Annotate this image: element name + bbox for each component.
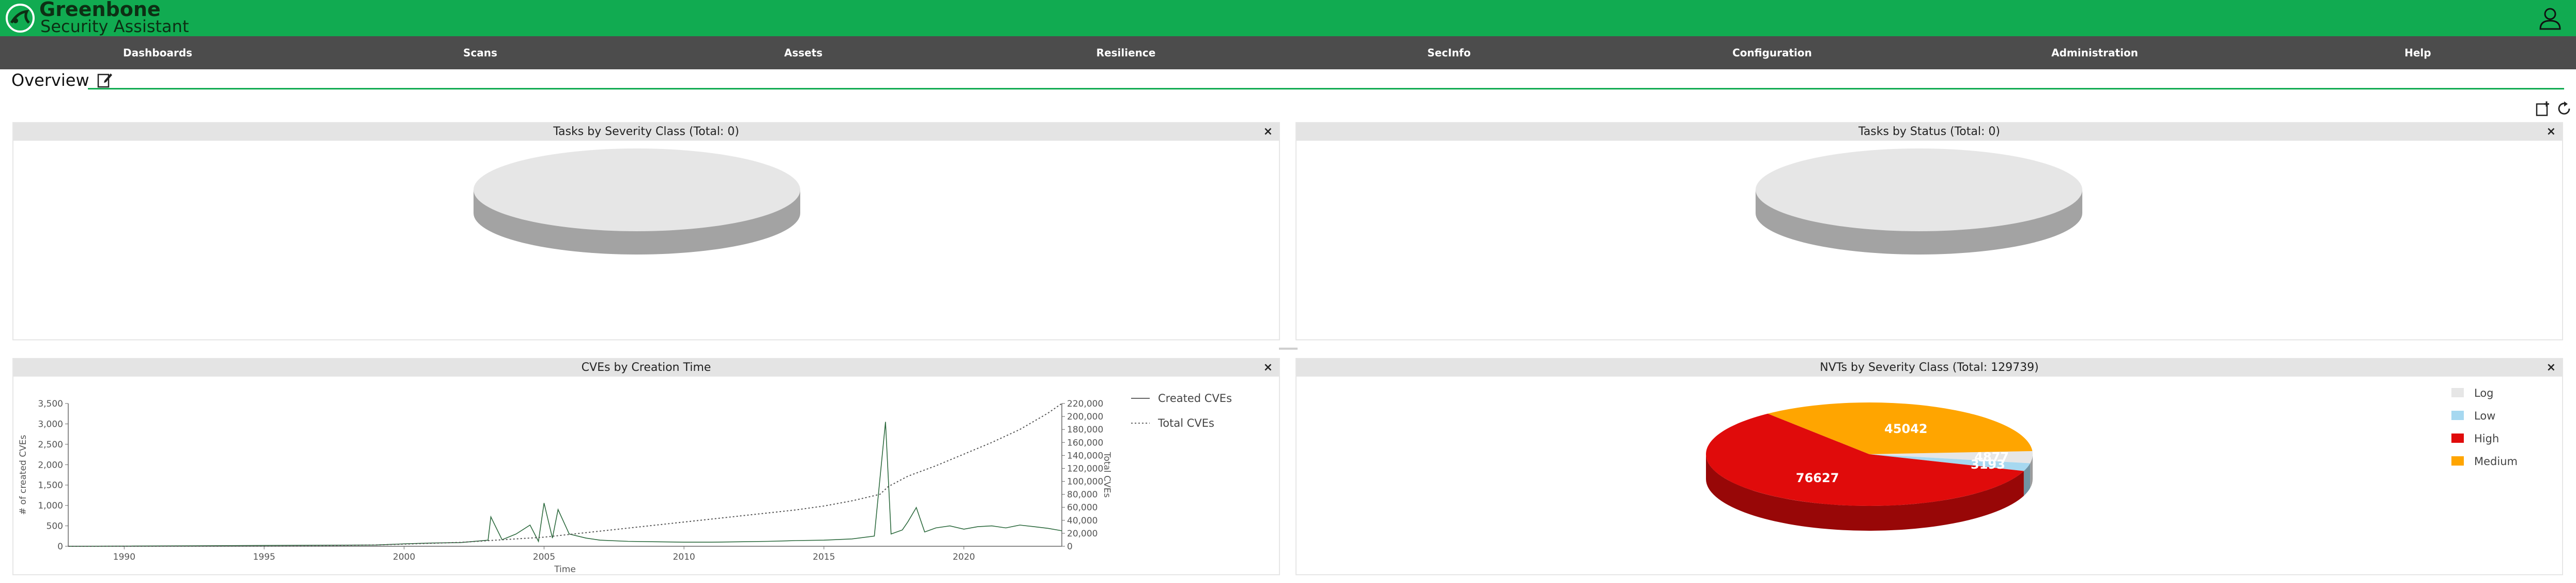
y2-tick-label: 180,000	[1067, 425, 1103, 435]
y2-tick-label: 0	[1067, 542, 1073, 552]
y2-tick-label: 120,000	[1067, 464, 1103, 474]
nav-configuration[interactable]: Configuration	[1732, 36, 1812, 69]
close-icon[interactable]: ×	[2547, 359, 2556, 377]
y-tick-label: 0	[57, 542, 63, 552]
x-tick-label: 2005	[533, 552, 555, 562]
tasks-severity-pie-chart	[474, 148, 800, 255]
y2-tick-label: 100,000	[1067, 477, 1103, 487]
y-tick-label: 2,500	[38, 440, 63, 450]
legend-label-medium: Medium	[2474, 455, 2518, 468]
pie-value-label-low: 3193	[1971, 457, 2005, 472]
y2-axis-label: Total CVEs	[1102, 452, 1112, 498]
panel-nvts-by-severity: NVTs by Severity Class (Total: 129739) ×…	[1295, 358, 2563, 575]
new-dashboard-display-icon[interactable]	[2535, 100, 2552, 117]
tasks-status-pie-chart	[1756, 148, 2082, 255]
x-tick-label: 2020	[953, 552, 975, 562]
y2-tick-label: 20,000	[1067, 529, 1098, 539]
legend-label-low: Low	[2474, 410, 2495, 422]
panel-header[interactable]: Tasks by Severity Class (Total: 0) ×	[13, 123, 1279, 141]
x-axis-label: Time	[554, 564, 576, 574]
brand-subtitle: Security Assistant	[40, 17, 189, 36]
pie-empty-top	[1756, 148, 2082, 231]
greenbone-logo-icon[interactable]	[3, 2, 37, 34]
app-header: Greenbone Security Assistant	[0, 0, 2576, 36]
reset-dashboard-icon[interactable]	[2556, 100, 2572, 117]
x-tick-label: 1995	[253, 552, 275, 562]
y-tick-label: 3,000	[38, 419, 63, 429]
y2-tick-label: 200,000	[1067, 412, 1103, 422]
panel-title: Tasks by Severity Class (Total: 0)	[553, 125, 739, 138]
panel-tasks-by-status: Tasks by Status (Total: 0) ×	[1295, 122, 2563, 340]
panel-title: CVEs by Creation Time	[581, 361, 711, 374]
legend-created-cves-label: Created CVEs	[1158, 392, 1232, 405]
panel-header[interactable]: Tasks by Status (Total: 0) ×	[1297, 123, 2562, 141]
panel-header[interactable]: NVTs by Severity Class (Total: 129739) ×	[1297, 359, 2562, 377]
pie-value-label-medium: 45042	[1884, 422, 1928, 436]
main-menu: Dashboards Scans Assets Resilience SecIn…	[0, 36, 2576, 69]
y2-tick-label: 60,000	[1067, 503, 1098, 513]
title-underline	[88, 88, 2564, 89]
y-tick-label: 1,000	[38, 501, 63, 511]
user-icon[interactable]	[2537, 5, 2563, 31]
nav-resilience[interactable]: Resilience	[1096, 36, 1156, 69]
panel-title: Tasks by Status (Total: 0)	[1858, 125, 2000, 138]
panel-header[interactable]: CVEs by Creation Time ×	[13, 359, 1279, 377]
legend-label-high: High	[2474, 432, 2499, 445]
legend-label-log: Log	[2474, 387, 2494, 399]
pie-empty-top	[474, 148, 800, 231]
y-tick-label: 500	[47, 521, 63, 532]
x-tick-label: 1990	[113, 552, 135, 562]
nav-administration[interactable]: Administration	[2051, 36, 2138, 69]
legend-swatch-low	[2451, 411, 2464, 420]
legend-swatch-medium	[2451, 456, 2464, 466]
y-axis-label: # of created CVEs	[18, 435, 28, 515]
close-icon[interactable]: ×	[2547, 123, 2556, 141]
x-tick-label: 2015	[813, 552, 835, 562]
y2-tick-label: 140,000	[1067, 451, 1103, 461]
edit-dashboard-icon[interactable]	[97, 71, 113, 88]
nav-dashboards[interactable]: Dashboards	[123, 36, 192, 69]
y2-tick-label: 220,000	[1067, 399, 1103, 409]
panel-title: NVTs by Severity Class (Total: 129739)	[1820, 361, 2039, 374]
y-tick-label: 3,500	[38, 399, 63, 409]
page-title: Overview	[11, 70, 89, 90]
close-icon[interactable]: ×	[1263, 123, 1273, 141]
y2-tick-label: 40,000	[1067, 516, 1098, 526]
y-tick-label: 2,000	[38, 460, 63, 470]
nav-secinfo[interactable]: SecInfo	[1427, 36, 1471, 69]
resize-handle[interactable]	[1279, 348, 1298, 350]
legend-swatch-log	[2451, 388, 2464, 397]
legend-swatch-high	[2451, 433, 2464, 443]
nav-scans[interactable]: Scans	[463, 36, 497, 69]
panel-tasks-by-severity: Tasks by Severity Class (Total: 0) ×	[12, 122, 1280, 340]
close-icon[interactable]: ×	[1263, 359, 1273, 377]
cves-line-chart: 1990 1995 2000 2005 2010 2015 2020 0 500 1,000 1,5…	[18, 392, 1232, 574]
y2-tick-label: 80,000	[1067, 490, 1098, 500]
nav-assets[interactable]: Assets	[784, 36, 822, 69]
y2-tick-label: 160,000	[1067, 438, 1103, 448]
x-tick-label: 2010	[673, 552, 695, 562]
nav-help[interactable]: Help	[2404, 36, 2431, 69]
y-tick-label: 1,500	[38, 481, 63, 491]
series-created-cves-line	[68, 422, 1062, 547]
nvts-pie-chart: 487731937662745042LogLowHighMedium	[1706, 387, 2518, 531]
pie-value-label-high: 76627	[1796, 471, 1839, 485]
panel-cves-by-creation-time: CVEs by Creation Time × 1990 1995 2000 2005…	[12, 358, 1280, 575]
legend-total-cves-label: Total CVEs	[1157, 417, 1214, 429]
x-tick-label: 2000	[393, 552, 415, 562]
